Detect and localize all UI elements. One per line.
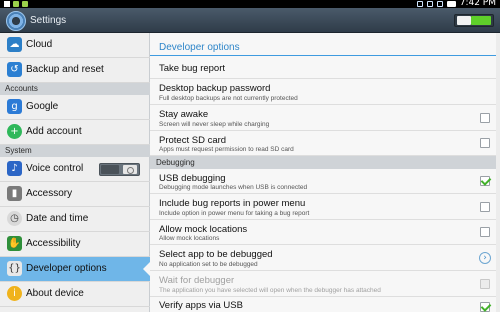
sidebar-item-label: Google [26,101,59,112]
row-title: Include bug reports in power menu [159,198,306,209]
row-summary: Include option in power menu for taking … [159,210,310,217]
status-bar: 7:42 PM [0,0,500,8]
cloud-icon: ☁ [7,37,22,52]
row-title: Take bug report [159,63,226,74]
row-take-bug-report[interactable]: Take bug report [150,56,496,79]
sidebar-item-accessory[interactable]: ▮ Accessory [0,182,150,207]
row-summary: Debugging mode launches when USB is conn… [159,184,308,191]
row-title: Protect SD card [159,135,227,146]
row-title: Allow mock locations [159,224,248,235]
verify-apps-usb-checkbox[interactable] [480,302,490,312]
row-title: Stay awake [159,109,209,120]
usb-debugging-checkbox[interactable] [480,176,490,186]
row-summary: Allow mock locations [159,235,220,242]
settings-gear-icon[interactable] [6,11,26,31]
row-select-app-to-debug[interactable]: Select app to be debugged No application… [150,245,496,271]
sidebar-item-label: Add account [26,126,82,137]
page-title: Developer options [159,42,240,53]
row-summary: The application you have selected will o… [159,287,381,294]
row-desktop-backup-password[interactable]: Desktop backup password Full desktop bac… [150,79,496,105]
sidebar-item-label: Backup and reset [26,64,104,75]
row-protect-sd-card[interactable]: Protect SD card Apps must request permis… [150,131,496,156]
status-right: 7:42 PM [416,0,496,8]
backup-icon: ↺ [7,62,22,77]
sidebar-item-developer-options[interactable]: {} Developer options [0,257,151,282]
add-icon: + [7,124,22,139]
sidebar-item-accessibility[interactable]: ✋ Accessibility [0,232,150,257]
voice-control-toggle[interactable] [99,163,140,176]
sidebar-item-label: Date and time [26,213,89,224]
sidebar-item-label: Voice control [26,163,84,174]
row-wait-for-debugger: Wait for debugger The application you ha… [150,271,496,297]
scrollbar[interactable] [496,33,500,312]
row-summary: No application set to be debugged [159,261,258,268]
sidebar-item-label: Accessory [26,188,73,199]
mute-icon [426,0,433,7]
row-title: USB debugging [159,173,226,184]
sidebar-item-google[interactable]: g Google [0,95,150,120]
settings-sidebar: ☁ Cloud ↺ Backup and reset Accounts g Go… [0,33,151,312]
notification-icons [4,0,28,8]
toggle-knob [123,165,137,174]
row-title: Verify apps via USB [159,300,243,311]
accessory-icon: ▮ [7,186,22,201]
toggle-knob [457,16,471,25]
chevron-right-icon[interactable]: › [479,252,491,264]
sidebar-item-date-and-time[interactable]: ◷ Date and time [0,207,150,232]
sidebar-item-label: About device [26,288,84,299]
row-summary: Screen will never sleep while charging [159,121,270,128]
media-icon [22,1,28,7]
row-include-bug-reports[interactable]: Include bug reports in power menu Includ… [150,194,496,220]
sidebar-item-cloud[interactable]: ☁ Cloud [0,33,150,58]
row-allow-mock-locations[interactable]: Allow mock locations Allow mock location… [150,220,496,245]
sidebar-item-voice-control[interactable]: ♪ Voice control [0,157,150,182]
developer-options-panel: Developer options Take bug report Deskto… [150,33,500,312]
row-summary: Full desktop backups are not currently p… [159,95,298,102]
row-title: Wait for debugger [159,275,235,286]
row-title: Select app to be debugged [159,249,273,260]
microphone-icon: ♪ [7,161,22,176]
bluetooth-icon [416,0,423,7]
usb-icon [4,1,10,7]
clock-icon: ◷ [7,211,22,226]
clock: 7:42 PM [459,0,496,8]
sidebar-item-add-account[interactable]: + Add account [0,120,150,145]
protect-sd-card-checkbox[interactable] [480,138,490,148]
sidebar-item-about-device[interactable]: i About device [0,282,150,307]
developer-braces-icon: {} [7,261,22,276]
row-title: Desktop backup password [159,83,271,94]
info-icon: i [7,286,22,301]
sidebar-header-accounts: Accounts [0,83,150,95]
sidebar-item-label: Cloud [26,39,53,50]
action-bar: Settings [0,8,500,33]
row-summary: Apps must request permission to read SD … [159,146,294,153]
toggle-on-indicator [471,16,491,25]
allow-mock-locations-checkbox[interactable] [480,227,490,237]
sidebar-item-label: Developer options [26,263,107,274]
battery-icon [446,0,456,7]
toggle-off-indicator [101,165,119,174]
android-icon [13,1,19,7]
row-verify-apps-usb[interactable]: Verify apps via USB [150,297,496,312]
bug-reports-power-menu-checkbox[interactable] [480,202,490,212]
stay-awake-checkbox[interactable] [480,113,490,123]
sidebar-item-backup-and-reset[interactable]: ↺ Backup and reset [0,58,150,83]
app-title: Settings [30,15,67,26]
row-stay-awake[interactable]: Stay awake Screen will never sleep while… [150,105,496,131]
row-usb-debugging[interactable]: USB debugging Debugging mode launches wh… [150,169,496,194]
wait-for-debugger-checkbox [480,279,490,289]
sidebar-header-system: System [0,145,150,157]
google-icon: g [7,99,22,114]
section-header-debugging: Debugging [150,156,496,169]
wifi-icon [436,0,443,7]
developer-options-master-toggle[interactable] [454,14,494,27]
sidebar-item-label: Accessibility [26,238,81,249]
accessibility-icon: ✋ [7,236,22,251]
